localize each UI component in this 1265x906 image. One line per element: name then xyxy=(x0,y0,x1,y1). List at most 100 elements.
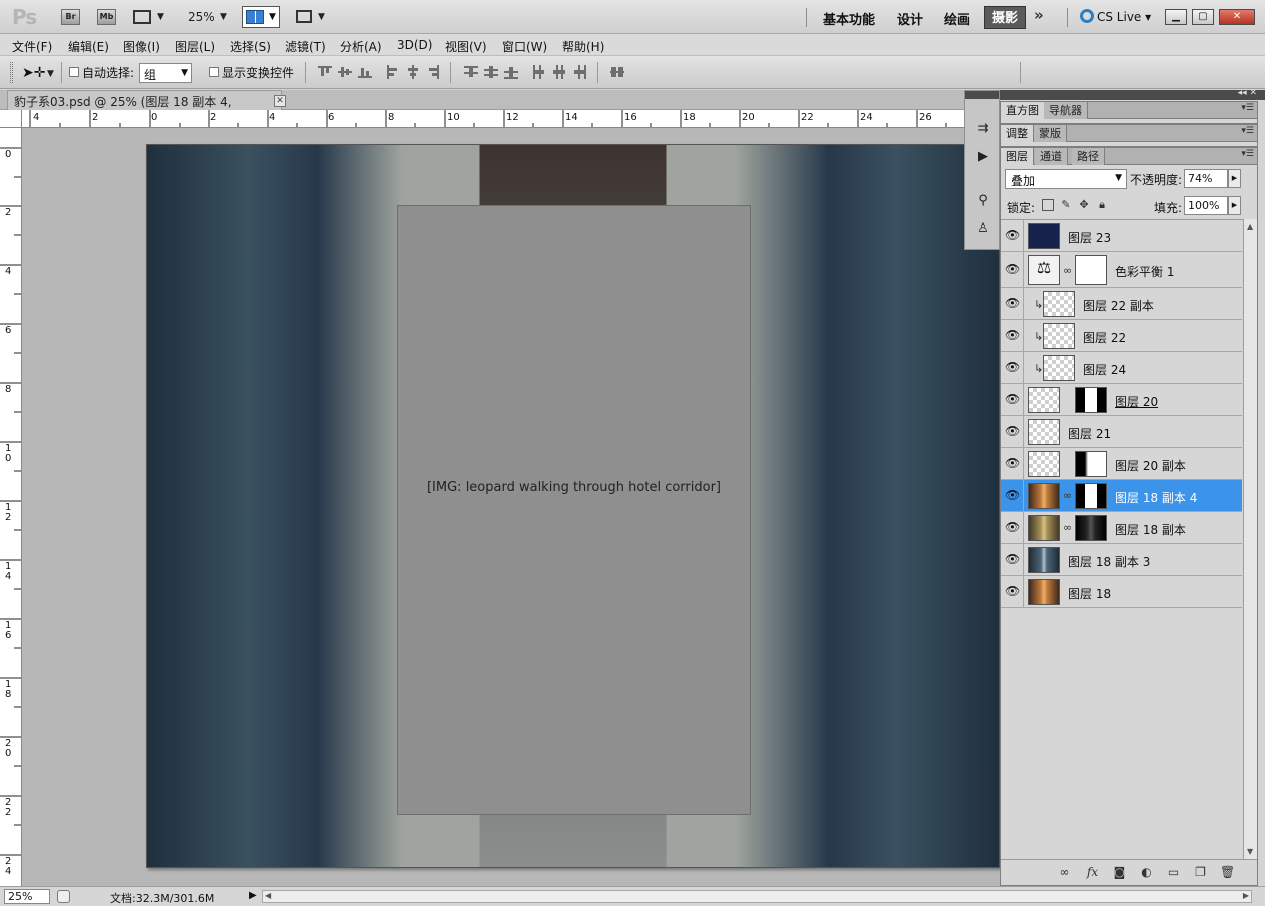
eye-icon[interactable]: 👁︎ xyxy=(1005,361,1020,374)
add-mask-icon[interactable]: ◙ xyxy=(1112,865,1127,880)
status-zoom-input[interactable]: 25% xyxy=(4,889,50,904)
menu-window[interactable]: 窗口(W) xyxy=(502,38,547,55)
zoom-level[interactable]: 25% xyxy=(188,10,215,24)
panel-menu-icon[interactable]: ▾☰ xyxy=(1241,103,1254,113)
blend-mode-dropdown[interactable]: 叠加 ▼ xyxy=(1005,169,1127,189)
opacity-input[interactable]: 74% xyxy=(1184,169,1228,188)
distribute-bottom-icon[interactable] xyxy=(504,65,518,79)
distribute-right-icon[interactable] xyxy=(572,65,586,79)
collapse-panels-icon[interactable]: ◂◂ ✕ xyxy=(1238,88,1257,98)
canvas-area[interactable]: [IMG: leopard walking through hotel corr… xyxy=(22,128,1000,886)
layer-row[interactable]: 👁︎ 图层 23 xyxy=(1001,220,1242,252)
fill-input[interactable]: 100% xyxy=(1184,196,1228,215)
layer-row[interactable]: 👁︎ 图层 18 副本 3 xyxy=(1001,544,1242,576)
cs-live-button[interactable]: CS Live ▾ xyxy=(1080,9,1151,24)
panel-menu-icon[interactable]: ▾☰ xyxy=(1241,149,1254,159)
eye-icon[interactable]: 👁︎ xyxy=(1005,425,1020,438)
layer-row[interactable]: 👁︎ 图层 20 xyxy=(1001,384,1242,416)
layer-row[interactable]: 👁︎ ↳ 图层 22 xyxy=(1001,320,1242,352)
align-top-icon[interactable] xyxy=(318,65,332,79)
eye-icon[interactable]: 👁︎ xyxy=(1005,297,1020,310)
close-document-icon[interactable]: ✕ xyxy=(274,95,286,107)
tool-preset-dropdown-icon[interactable]: ▼ xyxy=(47,69,54,79)
ruler-origin[interactable] xyxy=(0,110,22,128)
screen-mode-button[interactable] xyxy=(296,10,312,23)
document-canvas[interactable]: [IMG: leopard walking through hotel corr… xyxy=(146,144,1000,868)
scroll-up-icon[interactable]: ▲ xyxy=(1247,222,1253,231)
lock-position-move-icon[interactable]: ✥ xyxy=(1078,199,1090,211)
new-group-folder-icon[interactable]: ▭ xyxy=(1166,865,1181,880)
align-vertical-center-icon[interactable] xyxy=(338,65,352,79)
view-extras-button[interactable] xyxy=(133,10,151,24)
opacity-slider-arrow-icon[interactable]: ▶ xyxy=(1228,169,1241,188)
eye-icon[interactable]: 👁︎ xyxy=(1005,489,1020,502)
tab-histogram[interactable]: 直方图 xyxy=(1001,102,1045,119)
mini-bridge-button[interactable]: Mb xyxy=(97,9,116,25)
delete-layer-trash-icon[interactable]: 🗑︎ xyxy=(1220,865,1235,880)
link-layers-icon[interactable]: ∞ xyxy=(1057,865,1072,880)
align-horizontal-center-icon[interactable] xyxy=(406,65,420,79)
align-right-icon[interactable] xyxy=(426,65,440,79)
layer-row[interactable]: 👁︎ ↳ 图层 24 xyxy=(1001,352,1242,384)
workspace-painting[interactable]: 绘画 xyxy=(944,9,970,28)
scroll-down-icon[interactable]: ▼ xyxy=(1247,847,1253,856)
menu-edit[interactable]: 编辑(E) xyxy=(68,38,109,55)
horizontal-scrollbar[interactable]: ◀ ▶ xyxy=(262,890,1252,903)
layer-row[interactable]: 👁︎ ↳ 图层 22 副本 xyxy=(1001,288,1242,320)
tab-navigator[interactable]: 导航器 xyxy=(1044,102,1088,119)
eye-icon[interactable]: 👁︎ xyxy=(1005,553,1020,566)
document-tab[interactable]: 豹子系03.psd @ 25% (图层 18 副本 4, RGB/8) ✕ xyxy=(7,90,286,124)
lock-transparent-icon[interactable] xyxy=(1042,199,1054,211)
eye-icon[interactable]: 👁︎ xyxy=(1005,229,1020,242)
eye-icon[interactable]: 👁︎ xyxy=(1005,457,1020,470)
menu-layer[interactable]: 图层(L) xyxy=(175,38,215,55)
adjustment-layer-icon[interactable]: ◐ xyxy=(1139,865,1154,880)
tab-adjustments[interactable]: 调整 xyxy=(1001,125,1034,142)
layer-row[interactable]: 👁︎ 图层 18 xyxy=(1001,576,1242,608)
new-layer-icon[interactable]: ❐ xyxy=(1193,865,1208,880)
link-chain-icon[interactable]: ∞ xyxy=(1063,521,1072,534)
auto-select-dropdown[interactable]: 组 ▼ xyxy=(139,63,192,83)
panel-menu-icon[interactable]: ▾☰ xyxy=(1241,126,1254,136)
lock-all-icon[interactable]: 🔒︎ xyxy=(1096,199,1108,211)
menu-analysis[interactable]: 分析(A) xyxy=(340,38,382,55)
scroll-right-icon[interactable]: ▶ xyxy=(1243,891,1249,900)
more-workspaces-button[interactable]: » xyxy=(1034,6,1044,24)
view-extras-dropdown-icon[interactable]: ▼ xyxy=(157,12,164,22)
menu-3d[interactable]: 3D(D) xyxy=(397,38,432,52)
layer-row[interactable]: 👁︎ ∞ 图层 18 副本 xyxy=(1001,512,1242,544)
menu-view[interactable]: 视图(V) xyxy=(445,38,487,55)
link-chain-icon[interactable]: ∞ xyxy=(1063,264,1072,277)
clone-source-icon[interactable]: ♙ xyxy=(973,219,993,239)
tab-paths[interactable]: 路径 xyxy=(1072,148,1105,165)
distribute-vcenter-icon[interactable] xyxy=(484,65,498,79)
scroll-left-icon[interactable]: ◀ xyxy=(265,891,271,900)
dock-header[interactable] xyxy=(965,91,999,99)
screen-mode-dropdown-icon[interactable]: ▼ xyxy=(318,12,325,22)
close-button[interactable]: ✕ xyxy=(1219,9,1255,25)
horizontal-ruler[interactable]: 4 2 0 2 4 6 8 10 12 14 16 18 20 22 24 26 xyxy=(0,110,1000,128)
tab-masks[interactable]: 蒙版 xyxy=(1034,125,1067,142)
eye-icon[interactable]: 👁︎ xyxy=(1005,585,1020,598)
move-tool-icon[interactable]: ➤✛ xyxy=(22,65,45,81)
layer-row[interactable]: 👁︎ ⚖ ∞ 色彩平衡 1 xyxy=(1001,252,1242,288)
lock-image-brush-icon[interactable]: ✎ xyxy=(1060,199,1072,211)
eye-icon[interactable]: 👁︎ xyxy=(1005,263,1020,276)
arrange-documents-button[interactable]: ▼ xyxy=(242,6,280,28)
tab-layers[interactable]: 图层 xyxy=(1001,148,1034,165)
brush-icon[interactable]: ⚲ xyxy=(973,191,993,211)
menu-filter[interactable]: 滤镜(T) xyxy=(285,38,326,55)
menu-select[interactable]: 选择(S) xyxy=(230,38,271,55)
menu-file[interactable]: 文件(F) xyxy=(12,38,52,55)
history-icon[interactable]: ⇉ xyxy=(973,119,993,139)
eye-icon[interactable]: 👁︎ xyxy=(1005,329,1020,342)
actions-play-icon[interactable]: ▶ xyxy=(973,147,993,167)
link-chain-icon[interactable]: ∞ xyxy=(1063,489,1072,502)
show-transform-checkbox[interactable] xyxy=(209,67,219,77)
fill-slider-arrow-icon[interactable]: ▶ xyxy=(1228,196,1241,215)
options-grip[interactable] xyxy=(10,62,13,83)
layer-style-fx-icon[interactable]: fx xyxy=(1085,865,1100,880)
eye-icon[interactable]: 👁︎ xyxy=(1005,521,1020,534)
tab-channels[interactable]: 通道 xyxy=(1035,148,1068,165)
layers-scrollbar[interactable]: ▲ ▼ xyxy=(1243,219,1257,859)
